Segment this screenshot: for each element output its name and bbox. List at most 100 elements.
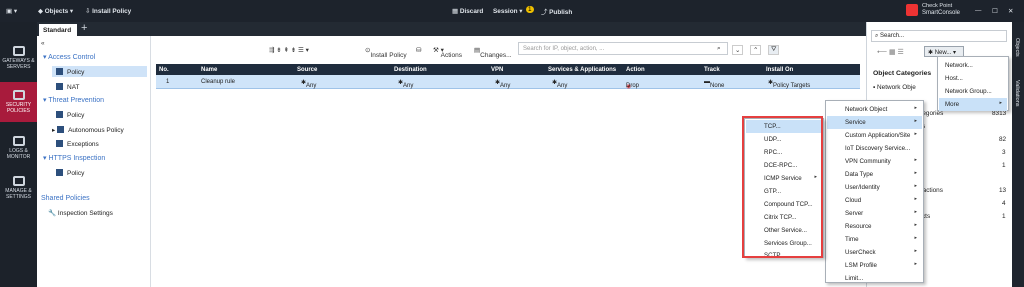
more-cloud[interactable]: Cloud ▸	[827, 194, 922, 207]
cell-destination[interactable]: ✱ Any	[398, 79, 413, 89]
maximize-button[interactable]: ☐	[992, 7, 998, 15]
destination-value: Any	[403, 83, 414, 89]
more-data-type[interactable]: Data Type ▸	[827, 168, 922, 181]
category-network-objects[interactable]: ▪ Network Obje	[873, 84, 916, 91]
nav-manage[interactable]: MANAGE & SETTINGS	[0, 176, 37, 206]
more-server[interactable]: Server ▸	[827, 207, 922, 220]
table-row[interactable]: 1 Cleanup rule ✱ Any ✱ Any ✱ Any ✱ Any ◉…	[156, 75, 860, 90]
lsm-profile-label: LSM Profile	[845, 262, 877, 269]
custom-application-label: Custom Application/Site	[845, 132, 911, 139]
tab-standard[interactable]: Standard	[39, 24, 77, 36]
cell-services[interactable]: ✱ Any	[552, 79, 567, 89]
more-time[interactable]: Time ▸	[827, 233, 922, 246]
cell-install-on[interactable]: ✱ Policy Targets	[768, 79, 810, 89]
nav-gateways[interactable]: GATEWAYS & SERVERS	[0, 46, 37, 76]
nav-manage-label: MANAGE & SETTINGS	[5, 188, 32, 200]
tree-access-policy[interactable]: Policy	[52, 66, 147, 77]
search-options-icon[interactable]: ⌄	[732, 45, 744, 55]
close-button[interactable]: ✕	[1008, 7, 1013, 15]
tree-threat-prevention[interactable]: ▾ Threat Prevention	[43, 96, 104, 104]
usercheck-label: UserCheck	[845, 249, 876, 256]
tree-tp-policy[interactable]: Policy	[56, 111, 84, 119]
tree-inspection-settings[interactable]: 🔧 Inspection Settings	[48, 209, 113, 217]
highlight-box	[742, 116, 823, 258]
layer-tools-icons[interactable]: ⇶ ⇟ ⇞ ⇟ ☰ ▾	[269, 46, 309, 54]
more-vpn-community[interactable]: VPN Community ▸	[827, 155, 922, 168]
submenu-arrow-icon: ▸	[914, 196, 917, 202]
more-custom-application[interactable]: Custom Application/Site ▸	[827, 129, 922, 142]
publish-button[interactable]: ⤴ Publish	[541, 7, 572, 16]
submenu-arrow-icon: ▸	[914, 157, 917, 163]
policy-icon	[56, 68, 63, 75]
objects-menu[interactable]: ◆ Objects ▾	[38, 7, 73, 15]
nav-security-policies[interactable]: SECURITY POLICIES	[0, 82, 37, 122]
data-type-label: Data Type	[845, 171, 874, 178]
access-tools-icon[interactable]: ⛁	[416, 46, 421, 54]
submenu-arrow-icon: ▸	[914, 222, 917, 228]
more-lsm-profile[interactable]: LSM Profile ▸	[827, 259, 922, 272]
more-iot-discovery[interactable]: IoT Discovery Service...	[827, 142, 922, 155]
objects-side-tab[interactable]: Objects	[1014, 38, 1020, 57]
add-tab-button[interactable]: +	[81, 22, 87, 34]
cell-name[interactable]: Cleanup rule	[201, 79, 235, 85]
cell-track[interactable]: ▬ None	[704, 79, 724, 89]
cell-vpn[interactable]: ✱ Any	[495, 79, 510, 89]
policy-search-input[interactable]: Search for IP, object, action, ...	[518, 42, 728, 55]
header-destination: Destination	[394, 67, 427, 73]
submenu-arrow-icon: ▸	[914, 261, 917, 267]
network-object-label: Network Object	[845, 106, 888, 113]
more-network-object[interactable]: Network Object ▸	[827, 103, 922, 116]
install-policy-button[interactable]: ⇩ Install Policy	[85, 7, 131, 15]
search-up-icon[interactable]: ⌃	[750, 45, 762, 55]
new-menu-network-group[interactable]: Network Group...	[939, 85, 1007, 98]
new-menu-network[interactable]: Network...	[939, 59, 1007, 72]
brand-bottom: SmartConsole	[922, 10, 961, 16]
policy-icon	[56, 111, 63, 118]
install-policy-toolbar-button[interactable]: ⊙ Install Policy	[365, 46, 407, 59]
nav-logs[interactable]: LOGS & MONITOR	[0, 136, 37, 166]
panel-tool-icons[interactable]: ⟵ ▦ ☰	[877, 48, 904, 56]
more-user-identity[interactable]: User/Identity ▸	[827, 181, 922, 194]
submenu-arrow-icon: ▸	[914, 118, 917, 124]
access-control-label: Access Control	[48, 54, 96, 61]
logs-icon	[12, 136, 25, 146]
discard-label: Discard	[459, 8, 484, 15]
tree-https-policy[interactable]: Policy	[56, 169, 84, 177]
header-name: Name	[201, 67, 218, 73]
user-identity-label: User/Identity	[845, 184, 880, 191]
more-resource[interactable]: Resource ▸	[827, 220, 922, 233]
collapse-icon[interactable]: «	[41, 40, 45, 47]
actions-menu[interactable]: ⚒ Actions ▾	[433, 46, 462, 59]
nav-logs-label: LOGS & MONITOR	[6, 148, 31, 160]
header-install-on: Install On	[766, 67, 794, 73]
filter-icon[interactable]: ⛛	[768, 45, 780, 55]
tree-shared-policies[interactable]: Shared Policies	[41, 195, 90, 202]
more-limit[interactable]: Limit...	[827, 272, 922, 283]
publish-label: Publish	[549, 9, 573, 16]
more-service[interactable]: Service ▸	[827, 116, 922, 129]
tree-access-control[interactable]: ▾ Access Control	[43, 53, 95, 61]
more-usercheck[interactable]: UserCheck ▸	[827, 246, 922, 259]
header-source: Source	[297, 67, 318, 73]
new-menu-host[interactable]: Host...	[939, 72, 1007, 85]
objects-search-input[interactable]: ⌕ Search...	[871, 30, 1007, 42]
submenu-arrow-icon: ▸	[914, 248, 917, 254]
minimize-button[interactable]: —	[975, 7, 981, 14]
session-menu[interactable]: Session ▾	[493, 7, 523, 15]
validations-side-tab[interactable]: Validations	[1014, 80, 1020, 107]
actions-label: Actions	[440, 52, 462, 59]
tree-autonomous-policy[interactable]: ▸ Autonomous Policy	[52, 126, 124, 134]
changes-button[interactable]: ▤ Changes...	[474, 46, 512, 59]
tree-exceptions[interactable]: Exceptions	[56, 140, 99, 148]
service-label: Service	[845, 119, 866, 126]
tree-nat[interactable]: NAT	[56, 83, 80, 91]
discard-button[interactable]: ▦ Discard	[452, 7, 483, 15]
install-policy-label: Install Policy	[92, 8, 132, 15]
menu-icon[interactable]: ▣ ▾	[6, 7, 17, 15]
search-icon[interactable]: ⌕	[717, 45, 721, 53]
new-menu-more[interactable]: More ▸	[939, 98, 1007, 111]
cell-source[interactable]: ✱ Any	[301, 79, 316, 89]
tree-https-inspection[interactable]: ▾ HTTPS Inspection	[43, 154, 105, 162]
submenu-arrow-icon: ▸	[999, 100, 1002, 106]
access-policy-label: Policy	[67, 69, 85, 76]
